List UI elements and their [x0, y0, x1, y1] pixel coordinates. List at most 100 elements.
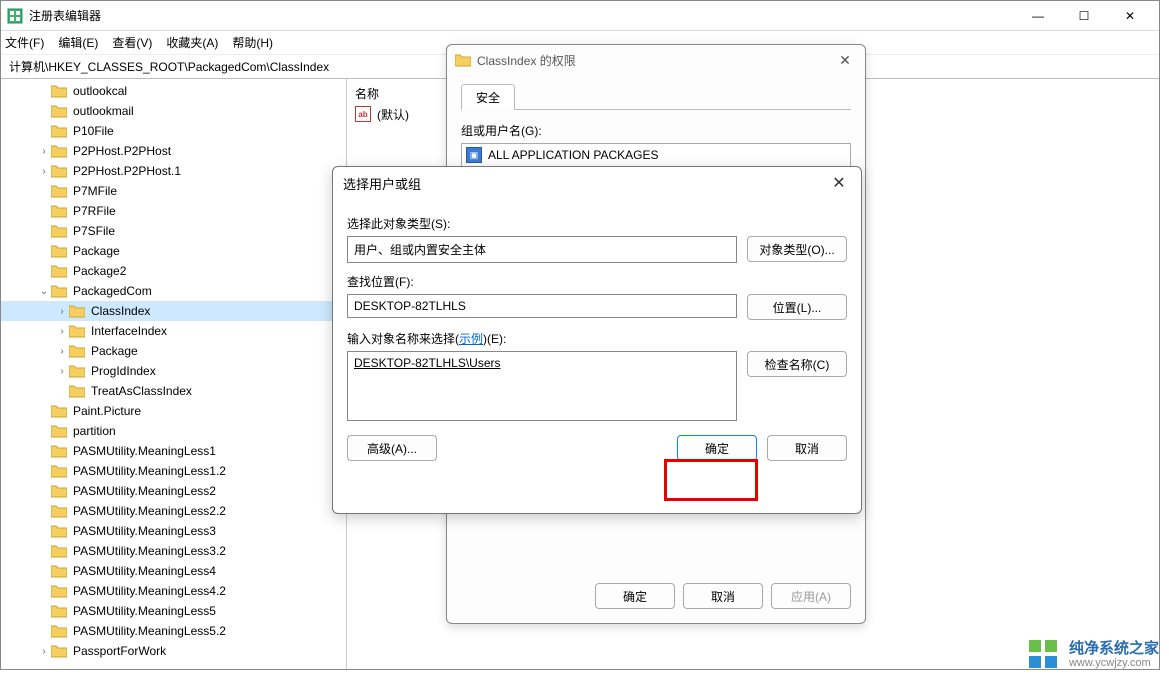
select-user-dialog: 选择用户或组 ✕ 选择此对象类型(S): 用户、组或内置安全主体 对象类型(O)… [332, 166, 862, 514]
permissions-apply-button[interactable]: 应用(A) [771, 583, 851, 609]
chevron-right-icon[interactable]: › [37, 646, 51, 657]
folder-icon [51, 444, 67, 458]
tree-item[interactable]: Paint.Picture [1, 401, 346, 421]
folder-icon [51, 524, 67, 538]
tree-item[interactable]: › InterfaceIndex [1, 321, 346, 341]
tree-item[interactable]: › PassportForWork [1, 641, 346, 661]
chevron-right-icon[interactable]: › [55, 346, 69, 357]
tree-item-label: InterfaceIndex [89, 323, 169, 339]
permissions-body: 安全 组或用户名(G): ▣ ALL APPLICATION PACKAGES [447, 75, 865, 175]
tree-item[interactable]: PASMUtility.MeaningLess4 [1, 561, 346, 581]
object-names-input[interactable]: DESKTOP-82TLHLS\Users [347, 351, 737, 421]
select-user-close-button[interactable]: ✕ [827, 173, 851, 193]
tree-item[interactable]: › Package [1, 341, 346, 361]
tree-item-label: PassportForWork [71, 643, 168, 659]
menu-file[interactable]: 文件(F) [5, 34, 44, 51]
select-user-ok-button[interactable]: 确定 [677, 435, 757, 461]
tree-item-label: PASMUtility.MeaningLess2 [71, 483, 218, 499]
folder-icon [69, 304, 85, 318]
chevron-down-icon[interactable]: ⌄ [37, 286, 51, 297]
tree-item[interactable]: › ProgIdIndex [1, 361, 346, 381]
menu-edit[interactable]: 编辑(E) [58, 34, 98, 51]
folder-icon [51, 624, 67, 638]
string-value-icon: ab [355, 106, 371, 122]
tab-security[interactable]: 安全 [461, 84, 515, 110]
close-button[interactable]: ✕ [1107, 1, 1153, 31]
chevron-right-icon[interactable]: › [55, 366, 69, 377]
locations-button[interactable]: 位置(L)... [747, 294, 847, 320]
tree-item-label: outlookmail [71, 103, 136, 119]
permissions-cancel-button[interactable]: 取消 [683, 583, 763, 609]
permissions-close-button[interactable]: ✕ [833, 52, 857, 69]
folder-icon [51, 204, 67, 218]
select-user-titlebar: 选择用户或组 ✕ [333, 167, 861, 199]
window-title: 注册表编辑器 [29, 7, 1015, 24]
registry-tree-pane[interactable]: outlookcaloutlookmailP10File›P2PHost.P2P… [1, 79, 347, 669]
tree-item[interactable]: outlookcal [1, 81, 346, 101]
tree-item[interactable]: PASMUtility.MeaningLess1.2 [1, 461, 346, 481]
tree-item[interactable]: P10File [1, 121, 346, 141]
object-types-button[interactable]: 对象类型(O)... [747, 236, 847, 262]
folder-icon [51, 584, 67, 598]
tree-item[interactable]: P7RFile [1, 201, 346, 221]
select-user-cancel-button[interactable]: 取消 [767, 435, 847, 461]
tree-item-label: P7SFile [71, 223, 117, 239]
tree-item[interactable]: PASMUtility.MeaningLess3.2 [1, 541, 346, 561]
watermark-logo-icon [1027, 638, 1061, 672]
tree-item[interactable]: PASMUtility.MeaningLess3 [1, 521, 346, 541]
tree-item[interactable]: P7MFile [1, 181, 346, 201]
chevron-right-icon[interactable]: › [37, 166, 51, 177]
folder-icon [69, 344, 85, 358]
chevron-right-icon[interactable]: › [37, 146, 51, 157]
tree-item[interactable]: ⌄PackagedCom [1, 281, 346, 301]
permissions-title: ClassIndex 的权限 [477, 52, 833, 69]
tree-item[interactable]: outlookmail [1, 101, 346, 121]
permissions-ok-button[interactable]: 确定 [595, 583, 675, 609]
menu-help[interactable]: 帮助(H) [232, 34, 273, 51]
check-names-button[interactable]: 检查名称(C) [747, 351, 847, 377]
tree-item-label: PASMUtility.MeaningLess2.2 [71, 503, 228, 519]
titlebar: 注册表编辑器 — ☐ ✕ [1, 1, 1159, 31]
folder-icon [69, 364, 85, 378]
advanced-button[interactable]: 高级(A)... [347, 435, 437, 461]
tree-item[interactable]: PASMUtility.MeaningLess4.2 [1, 581, 346, 601]
folder-icon [51, 644, 67, 658]
tree-item-label: PASMUtility.MeaningLess5 [71, 603, 218, 619]
chevron-right-icon[interactable]: › [55, 326, 69, 337]
tree-item-label: Package2 [71, 263, 128, 279]
tree-item[interactable]: P7SFile [1, 221, 346, 241]
tree-item[interactable]: Package [1, 241, 346, 261]
menu-favorites[interactable]: 收藏夹(A) [166, 34, 218, 51]
watermark: 纯净系统之家 www.ycwjzy.com [1027, 638, 1159, 672]
tree-item[interactable]: PASMUtility.MeaningLess2 [1, 481, 346, 501]
examples-link[interactable]: 示例 [459, 332, 483, 346]
value-name-default: (默认) [377, 106, 409, 123]
maximize-button[interactable]: ☐ [1061, 1, 1107, 31]
chevron-right-icon[interactable]: › [55, 306, 69, 317]
tree-item[interactable]: PASMUtility.MeaningLess2.2 [1, 501, 346, 521]
tree-item-label: ClassIndex [89, 303, 152, 319]
group-user-listbox[interactable]: ▣ ALL APPLICATION PACKAGES [461, 143, 851, 167]
permissions-titlebar: ClassIndex 的权限 ✕ [447, 45, 865, 75]
tree-item[interactable]: partition [1, 421, 346, 441]
tree-item[interactable]: TreatAsClassIndex [1, 381, 346, 401]
tree-item-label: ProgIdIndex [89, 363, 158, 379]
tree-item-label: PASMUtility.MeaningLess4 [71, 563, 218, 579]
tree-item-label: PASMUtility.MeaningLess1.2 [71, 463, 228, 479]
tree-item[interactable]: › P2PHost.P2PHost.1 [1, 161, 346, 181]
tree-item-label: Package [89, 343, 140, 359]
tree-item[interactable]: PASMUtility.MeaningLess5 [1, 601, 346, 621]
menu-view[interactable]: 查看(V) [112, 34, 152, 51]
tree-item-label: P2PHost.P2PHost.1 [71, 163, 183, 179]
tree-item[interactable]: › ClassIndex [1, 301, 346, 321]
location-field: DESKTOP-82TLHLS [347, 294, 737, 318]
tree-item[interactable]: PASMUtility.MeaningLess5.2 [1, 621, 346, 641]
tree-item[interactable]: ›P2PHost.P2PHost [1, 141, 346, 161]
folder-icon [51, 244, 67, 258]
tree-item[interactable]: Package2 [1, 261, 346, 281]
tree-item[interactable]: PASMUtility.MeaningLess1 [1, 441, 346, 461]
folder-icon [51, 144, 67, 158]
tree-item-label: P10File [71, 123, 116, 139]
minimize-button[interactable]: — [1015, 1, 1061, 31]
tree-item-label: P7MFile [71, 183, 119, 199]
